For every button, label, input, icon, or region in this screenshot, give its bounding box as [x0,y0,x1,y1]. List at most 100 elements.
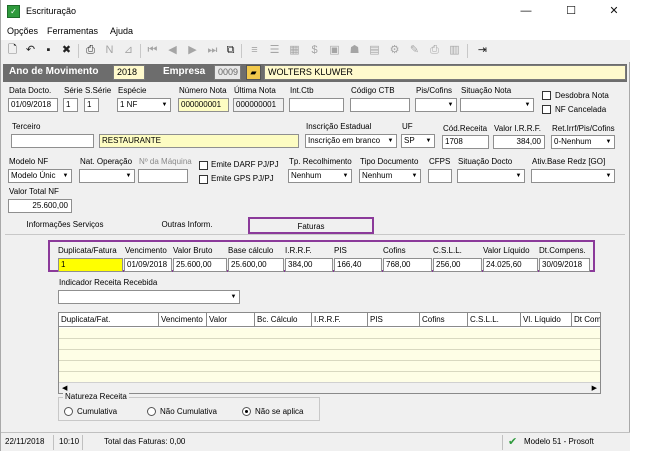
terceiro-code-field[interactable] [11,134,94,148]
chevron-down-icon[interactable]: ▼ [423,135,434,147]
people-icon[interactable]: ☗ [347,43,362,58]
valor-liquido-field[interactable]: 24.025,60 [483,258,538,272]
irrf-field[interactable]: 384,00 [285,258,333,272]
calc-icon[interactable]: ▣ [327,43,342,58]
chevron-down-icon[interactable]: ▼ [385,135,396,147]
tab-outras-inform[interactable]: Outras Inform. [125,217,249,234]
n-maquina-field[interactable] [138,169,188,183]
table-row[interactable] [59,328,600,339]
chevron-down-icon[interactable]: ▼ [409,170,420,182]
tools-icon[interactable]: ✎ [407,43,422,58]
csll-field[interactable]: 256,00 [433,258,482,272]
close-button[interactable]: ✕ [601,3,627,20]
list-icon[interactable]: ☰ [267,43,282,58]
first-record-icon[interactable]: ⏮ [145,43,160,58]
tree-icon[interactable]: ≡ [247,43,262,58]
grid-col-vl-liquido[interactable]: Vl. Líquido [521,313,572,327]
last-record-icon[interactable]: ⏭ [205,43,220,58]
valor-total-field[interactable]: 25.600,00 [8,199,72,213]
preview-icon[interactable]: ⎙ [83,43,98,58]
data-docto-field[interactable]: 01/09/2018 [8,98,58,112]
ano-movimento-field[interactable]: 2018 [113,65,145,80]
vencimento-field[interactable]: 01/09/2018 [124,258,172,272]
inscricao-estadual-select[interactable]: Inscrição em branco ▼ [305,134,397,148]
chevron-down-icon[interactable]: ▼ [60,170,71,182]
menu-opcoes[interactable]: Opções [7,26,38,36]
chevron-down-icon[interactable]: ▼ [522,99,533,111]
duplicate-icon[interactable]: ⧉ [223,43,238,58]
menu-ferramentas[interactable]: Ferramentas [47,26,98,36]
emite-gps-checkbox[interactable] [199,175,208,184]
table-row[interactable] [59,350,600,361]
grid-col-irrf[interactable]: I.R.R.F. [312,313,368,327]
empresa-code-field[interactable]: 0009 [214,65,241,80]
chart-icon[interactable]: ▦ [287,43,302,58]
delete-icon[interactable]: ✖ [59,43,74,58]
chevron-down-icon[interactable]: ▼ [513,170,524,182]
grid-col-csll[interactable]: C.S.L.L. [468,313,521,327]
nat-operacao-select[interactable]: ▼ [79,169,135,183]
cod-receita-field[interactable]: 1708 [442,135,489,149]
new-document-icon[interactable]: 🗋 [5,43,20,58]
grid-col-vencimento[interactable]: Vencimento [159,313,207,327]
grid-col-pis[interactable]: PIS [368,313,420,327]
emite-darf-checkbox[interactable] [199,161,208,170]
valor-bruto-field[interactable]: 25.600,00 [173,258,227,272]
folder-search-icon[interactable]: ▰ [246,65,261,80]
table-row[interactable] [59,361,600,372]
table-row[interactable] [59,339,600,350]
dollar-icon[interactable]: $ [307,43,322,58]
minimize-button[interactable]: — [513,3,539,20]
tp-recolhimento-select[interactable]: Nenhum ▼ [288,169,352,183]
chevron-down-icon[interactable]: ▼ [603,136,614,148]
chevron-down-icon[interactable]: ▼ [445,99,456,111]
report-icon[interactable]: ▤ [367,43,382,58]
pis-cofins-select[interactable]: ▼ [415,98,457,112]
tab-faturas[interactable]: Faturas [248,217,374,234]
filter-icon[interactable]: ⊿ [121,43,136,58]
modelo-nf-select[interactable]: Modelo Únic ▼ [8,169,72,183]
cofins-field[interactable]: 768,00 [383,258,432,272]
radio-nao-cumulativa[interactable] [147,407,156,416]
tab-informacoes-servicos[interactable]: Informações Serviços [5,217,125,234]
situacao-nota-select[interactable]: ▼ [460,98,534,112]
pis-field[interactable]: 166,40 [334,258,382,272]
especie-select[interactable]: 1 NF ▼ [117,98,171,112]
save-icon[interactable]: ▪ [41,43,56,58]
grid-col-cofins[interactable]: Cofins [420,313,468,327]
settings-icon[interactable]: ⚙ [387,43,402,58]
numero-nota-field[interactable]: 000000001 [178,98,229,112]
duplicata-fatura-field[interactable]: 1 [58,258,123,272]
radio-nao-se-aplica[interactable] [242,407,251,416]
print-icon[interactable]: ⎙ [427,43,442,58]
maximize-button[interactable]: ☐ [558,3,584,20]
indicador-receita-select[interactable]: ▼ [58,290,240,304]
ret-irrf-select[interactable]: 0-Nenhum ▼ [551,135,615,149]
tipo-documento-select[interactable]: Nenhum ▼ [359,169,421,183]
base-calculo-field[interactable]: 25.600,00 [228,258,284,272]
grid-col-bc-calculo[interactable]: Bc. Cálculo [255,313,312,327]
grid-col-valor[interactable]: Valor [207,313,255,327]
chevron-down-icon[interactable]: ▼ [159,99,170,111]
desdobra-nota-checkbox[interactable] [542,91,551,100]
chevron-down-icon[interactable]: ▼ [228,291,239,303]
valor-irrf-field[interactable]: 384,00 [493,135,545,149]
grid-col-duplicata[interactable]: Duplicata/Fat. [59,313,159,327]
radio-cumulativa[interactable] [64,407,73,416]
scroll-right-icon[interactable]: ▶ [592,383,597,394]
chevron-down-icon[interactable]: ▼ [123,170,134,182]
int-ctb-field[interactable] [289,98,344,112]
ativ-base-select[interactable]: ▼ [531,169,615,183]
serie-field[interactable]: 1 [63,98,78,112]
grid-horizontal-scrollbar[interactable]: ◀ ▶ [59,382,600,393]
exit-icon[interactable]: ⇥ [475,43,490,58]
situacao-docto-select[interactable]: ▼ [457,169,525,183]
uf-select[interactable]: SP ▼ [401,134,435,148]
nf-cancelada-checkbox[interactable] [542,105,551,114]
menu-ajuda[interactable]: Ajuda [110,26,133,36]
next-record-icon[interactable]: ▶ [185,43,200,58]
chevron-down-icon[interactable]: ▼ [340,170,351,182]
previous-record-icon[interactable]: ◀ [165,43,180,58]
s-serie-field[interactable]: 1 [84,98,99,112]
dt-compens-field[interactable]: 30/09/2018 [539,258,590,272]
